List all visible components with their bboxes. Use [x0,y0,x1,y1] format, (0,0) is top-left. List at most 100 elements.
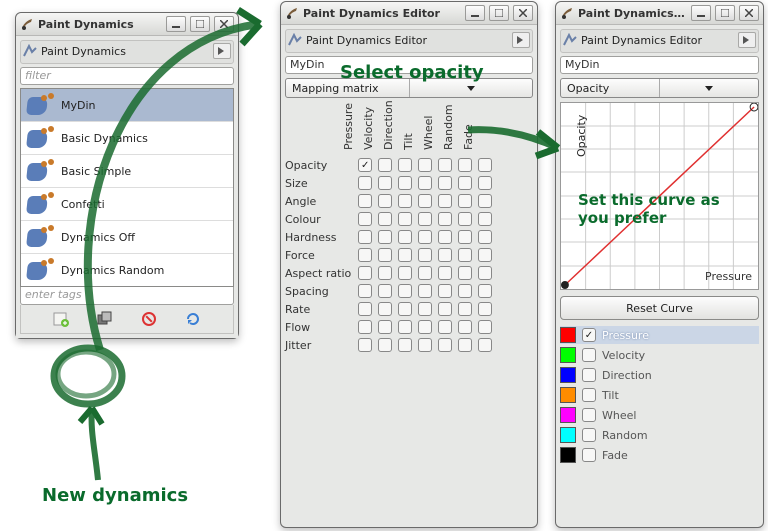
delete-button[interactable] [138,309,160,329]
matrix-checkbox[interactable] [458,176,472,190]
input-channel-row[interactable]: Direction [560,366,759,384]
matrix-checkbox[interactable] [378,266,392,280]
matrix-checkbox[interactable] [418,158,432,172]
close-button[interactable] [214,16,234,32]
dynamics-name-input[interactable]: MyDin [285,56,533,74]
dynamics-list-item[interactable]: MyDin [21,89,233,122]
matrix-checkbox[interactable] [478,248,492,262]
input-channel-row[interactable]: Wheel [560,406,759,424]
matrix-checkbox[interactable] [378,284,392,298]
matrix-checkbox[interactable] [438,266,452,280]
matrix-checkbox[interactable] [378,248,392,262]
minimize-button[interactable] [166,16,186,32]
duplicate-button[interactable] [94,309,116,329]
matrix-checkbox[interactable] [398,194,412,208]
matrix-checkbox[interactable] [478,302,492,316]
matrix-checkbox[interactable] [478,230,492,244]
matrix-checkbox[interactable] [378,176,392,190]
matrix-checkbox[interactable] [398,158,412,172]
close-button[interactable] [739,5,759,21]
matrix-checkbox[interactable] [398,212,412,226]
matrix-checkbox[interactable] [398,248,412,262]
input-channel-row[interactable]: Tilt [560,386,759,404]
matrix-checkbox[interactable] [458,302,472,316]
matrix-checkbox[interactable] [358,158,372,172]
matrix-checkbox[interactable] [438,248,452,262]
matrix-checkbox[interactable] [358,212,372,226]
matrix-checkbox[interactable] [378,338,392,352]
input-channel-row[interactable]: Velocity [560,346,759,364]
matrix-checkbox[interactable] [458,320,472,334]
matrix-checkbox[interactable] [378,320,392,334]
reset-curve-button[interactable]: Reset Curve [560,296,759,320]
maximize-button[interactable] [190,16,210,32]
matrix-checkbox[interactable] [438,212,452,226]
matrix-checkbox[interactable] [358,302,372,316]
matrix-checkbox[interactable] [378,302,392,316]
maximize-button[interactable] [715,5,735,21]
matrix-checkbox[interactable] [458,338,472,352]
panel-menu-button[interactable] [512,32,530,48]
matrix-checkbox[interactable] [418,194,432,208]
matrix-checkbox[interactable] [438,194,452,208]
matrix-checkbox[interactable] [398,230,412,244]
matrix-checkbox[interactable] [478,284,492,298]
matrix-checkbox[interactable] [418,176,432,190]
input-checkbox[interactable] [582,388,596,402]
matrix-checkbox[interactable] [358,230,372,244]
matrix-checkbox[interactable] [438,176,452,190]
matrix-checkbox[interactable] [398,338,412,352]
dynamics-list-item[interactable]: Dynamics Off [21,221,233,254]
new-dynamics-button[interactable] [50,309,72,329]
matrix-checkbox[interactable] [438,320,452,334]
matrix-checkbox[interactable] [478,338,492,352]
input-channel-row[interactable]: Fade [560,446,759,464]
matrix-checkbox[interactable] [478,158,492,172]
input-checkbox[interactable] [582,348,596,362]
dynamics-list-item[interactable]: Basic Dynamics [21,122,233,155]
matrix-checkbox[interactable] [458,194,472,208]
titlebar[interactable]: Paint Dynamics [16,13,238,36]
matrix-checkbox[interactable] [438,338,452,352]
matrix-checkbox[interactable] [418,302,432,316]
matrix-checkbox[interactable] [358,284,372,298]
dynamics-list-item[interactable]: Basic Simple [21,155,233,188]
matrix-checkbox[interactable] [378,212,392,226]
matrix-checkbox[interactable] [358,194,372,208]
matrix-checkbox[interactable] [418,338,432,352]
matrix-checkbox[interactable] [478,212,492,226]
matrix-checkbox[interactable] [438,158,452,172]
input-checkbox[interactable] [582,408,596,422]
panel-menu-button[interactable] [213,43,231,59]
matrix-checkbox[interactable] [358,176,372,190]
matrix-checkbox[interactable] [378,230,392,244]
matrix-checkbox[interactable] [378,158,392,172]
titlebar[interactable]: Paint Dynamics Editor [281,2,537,25]
minimize-button[interactable] [465,5,485,21]
dynamics-list-item[interactable]: Confetti [21,188,233,221]
input-channel-row[interactable]: Pressure [560,326,759,344]
titlebar[interactable]: Paint Dynamics Edito [556,2,763,25]
close-button[interactable] [513,5,533,21]
matrix-checkbox[interactable] [438,302,452,316]
matrix-checkbox[interactable] [358,338,372,352]
matrix-checkbox[interactable] [458,158,472,172]
matrix-checkbox[interactable] [398,302,412,316]
matrix-checkbox[interactable] [358,320,372,334]
matrix-checkbox[interactable] [458,212,472,226]
matrix-checkbox[interactable] [418,212,432,226]
matrix-checkbox[interactable] [438,230,452,244]
matrix-checkbox[interactable] [398,320,412,334]
input-checkbox[interactable] [582,328,596,342]
dynamics-list-item[interactable]: Dynamics Random [21,254,233,286]
matrix-checkbox[interactable] [478,194,492,208]
curve-editor[interactable]: Opacity Pressure [560,102,759,290]
matrix-checkbox[interactable] [358,248,372,262]
dynamics-name-input[interactable]: MyDin [560,56,759,74]
matrix-checkbox[interactable] [418,248,432,262]
matrix-checkbox[interactable] [378,194,392,208]
matrix-checkbox[interactable] [458,266,472,280]
matrix-checkbox[interactable] [458,248,472,262]
tags-input[interactable]: enter tags [20,287,234,305]
matrix-checkbox[interactable] [438,284,452,298]
